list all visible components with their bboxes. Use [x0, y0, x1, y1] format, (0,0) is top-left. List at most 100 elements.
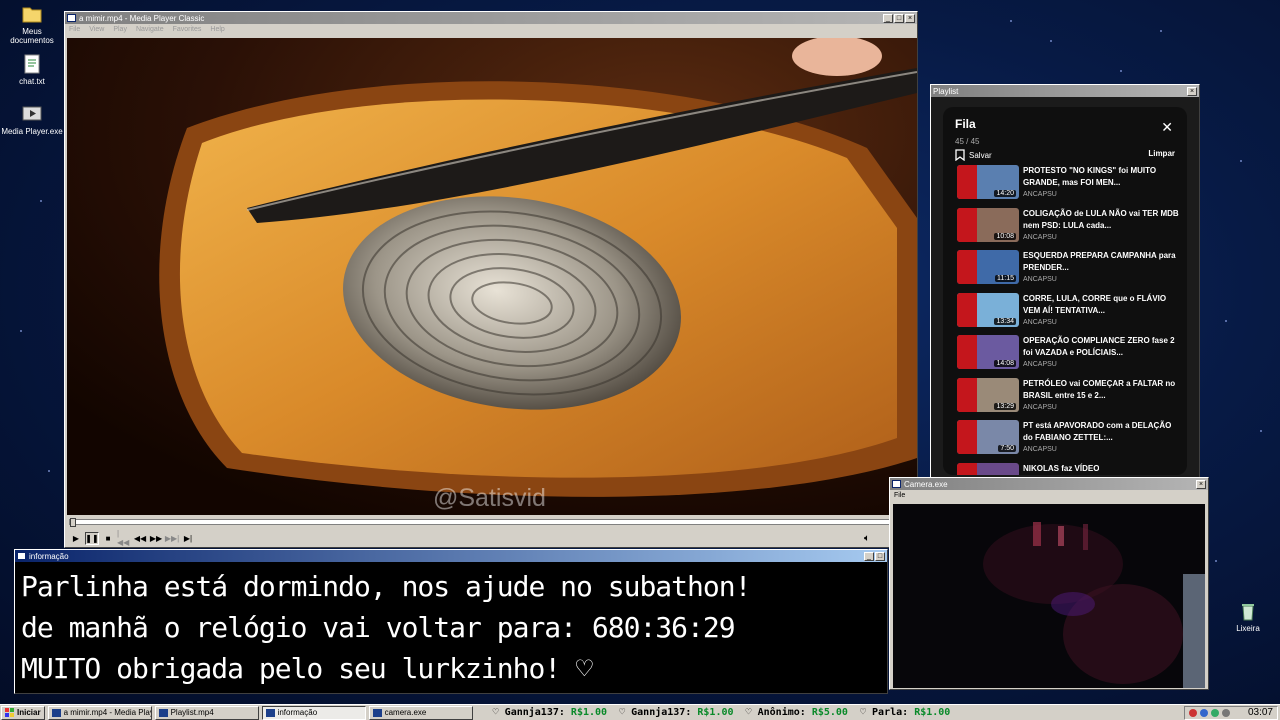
rewind-icon[interactable]: ◀◀	[133, 532, 147, 545]
menu-file[interactable]: File	[894, 492, 905, 499]
menu-play[interactable]: Play	[113, 26, 127, 33]
toast-with-butter-image	[67, 38, 917, 515]
close-button[interactable]: ×	[1196, 479, 1206, 489]
donation-amount: R$1.00	[570, 707, 608, 718]
info-titlebar[interactable]: informação _ □	[15, 550, 887, 562]
maximize-button[interactable]: □	[875, 551, 885, 561]
task-label: informação	[277, 708, 318, 717]
queue-title: Fila	[955, 117, 976, 131]
info-line: de manhã o relógio vai voltar para: 680:…	[21, 611, 736, 644]
video-frame[interactable]: @Satisvid	[67, 38, 917, 515]
playlist-item[interactable]: 10:08 COLIGAÇÃO de LULA NÃO vai TER MDB n…	[943, 207, 1187, 251]
play-icon[interactable]: ▶	[69, 532, 83, 545]
desktop-icon-recycle-bin[interactable]: Lixeira	[1216, 600, 1280, 633]
playlist-item[interactable]: 13:29 PETRÓLEO vai COMEÇAR a FALTAR no BR…	[943, 377, 1187, 421]
task-media-player[interactable]: a mimir.mp4 - Media Playe...	[47, 705, 152, 720]
window-title: Camera.exe	[904, 479, 948, 489]
flag-graphic	[957, 207, 977, 242]
flag-graphic	[957, 462, 977, 475]
menu-bar: File View Play Navigate Favorites Help	[65, 24, 917, 34]
task-label: Playlist.mp4	[170, 708, 214, 717]
video-meta: PROTESTO "NO KINGS" foi MUITO GRANDE, ma…	[1023, 165, 1179, 208]
video-title: OPERAÇÃO COMPLIANCE ZERO fase 2 foi VAZA…	[1023, 336, 1175, 357]
tray-icon[interactable]	[1189, 708, 1197, 717]
video-thumbnail[interactable]: 10:08	[957, 207, 1019, 242]
desktop-icon-chat[interactable]: chat.txt	[0, 53, 64, 86]
playlist-item[interactable]: 13:34 CORRE, LULA, CORRE que o FLÁVIO VEM…	[943, 292, 1187, 336]
video-title: PT está APAVORADO com a DELAÇÃO do FABIA…	[1023, 421, 1172, 442]
task-playlist[interactable]: Playlist.mp4	[154, 705, 259, 720]
camera-window[interactable]: Camera.exe × File	[889, 477, 1209, 690]
playlist-item[interactable]: NIKOLAS faz VÍDEO	[943, 462, 1187, 475]
tray-icons	[1189, 708, 1230, 717]
task-informacao[interactable]: informação	[261, 705, 366, 720]
menu-view[interactable]: View	[89, 26, 104, 33]
close-button[interactable]: ×	[905, 13, 915, 23]
close-button[interactable]: ×	[1187, 86, 1197, 96]
video-duration: 14:20	[994, 190, 1016, 197]
media-player-titlebar[interactable]: a mimir.mp4 - Media Player Classic _ □ ×	[65, 12, 917, 24]
tray-icon[interactable]	[1211, 708, 1219, 717]
next-icon[interactable]: ▶▶|	[165, 532, 179, 545]
desktop-icon-label: Meus documentos	[10, 27, 54, 45]
tray-icon[interactable]	[1222, 708, 1230, 717]
task-label: camera.exe	[384, 708, 427, 717]
video-meta: CORRE, LULA, CORRE que o FLÁVIO VEM AÍ! …	[1023, 293, 1179, 336]
info-line: MUITO obrigada pelo seu lurkzinho! ♡	[21, 652, 593, 685]
close-icon[interactable]: ✕	[1161, 119, 1173, 136]
playlist-window[interactable]: Playlist × Fila 45 / 45 ✕ Salvar Limpar …	[930, 84, 1200, 480]
app-icon	[265, 708, 275, 717]
seek-bar[interactable]	[69, 518, 913, 527]
menu-file[interactable]: File	[69, 26, 80, 33]
video-title: CORRE, LULA, CORRE que o FLÁVIO VEM AÍ! …	[1023, 293, 1167, 315]
task-label: a mimir.mp4 - Media Playe...	[63, 708, 151, 717]
stop-icon[interactable]: ■	[101, 532, 115, 545]
channel-name: ANCAPSU	[1023, 233, 1057, 241]
start-button[interactable]: Iniciar	[1, 705, 45, 720]
tray-icon[interactable]	[1200, 708, 1208, 717]
menu-favorites[interactable]: Favorites	[173, 26, 202, 33]
media-player-window[interactable]: a mimir.mp4 - Media Player Classic _ □ ×…	[64, 11, 918, 548]
fast-forward-icon[interactable]: ▶▶	[149, 532, 163, 545]
video-thumbnail[interactable]: 7:50	[957, 420, 1019, 454]
volume-icon[interactable]: 🔈︎	[864, 533, 870, 544]
clock: 03:07	[1247, 707, 1273, 718]
donor-name: Gannja137:	[631, 707, 692, 718]
minimize-button[interactable]: _	[864, 551, 874, 561]
desktop-icon-documents[interactable]: Meus documentos	[0, 3, 64, 45]
media-player-icon	[21, 103, 43, 125]
playlist-item[interactable]: 7:50 PT está APAVORADO com a DELAÇÃO do F…	[943, 420, 1187, 463]
app-icon	[158, 708, 168, 717]
save-button[interactable]: Salvar	[955, 149, 992, 161]
frame-step-icon[interactable]: ▶|	[181, 532, 195, 545]
previous-icon[interactable]: |◀◀	[117, 529, 131, 547]
seek-thumb[interactable]	[70, 518, 76, 527]
video-thumbnail[interactable]	[957, 462, 1019, 475]
clear-button[interactable]: Limpar	[1148, 149, 1175, 158]
info-line: Parlinha está dormindo, nos ajude no sub…	[21, 570, 751, 603]
maximize-button[interactable]: □	[894, 13, 904, 23]
video-thumbnail[interactable]: 14:20	[957, 165, 1019, 199]
queue-panel: Fila 45 / 45 ✕ Salvar Limpar 14:20 PROTES…	[943, 107, 1187, 475]
playlist-titlebar[interactable]: Playlist ×	[931, 85, 1199, 97]
playlist-item[interactable]: 14:20 PROTESTO "NO KINGS" foi MUITO GRAND…	[943, 165, 1187, 208]
desktop-icon-media-player[interactable]: Media Player.exe	[0, 103, 64, 136]
video-thumbnail[interactable]: 11:15	[957, 250, 1019, 284]
minimize-button[interactable]: _	[883, 13, 893, 23]
camera-titlebar[interactable]: Camera.exe ×	[890, 478, 1208, 490]
taskbar: Iniciar a mimir.mp4 - Media Playe... Pla…	[0, 704, 1280, 720]
video-thumbnail[interactable]: 13:29	[957, 377, 1019, 412]
pause-icon[interactable]: ❚❚	[85, 531, 99, 545]
channel-name: ANCAPSU	[1023, 318, 1057, 326]
system-tray: 03:07	[1184, 705, 1278, 720]
menu-navigate[interactable]: Navigate	[136, 26, 164, 33]
video-thumbnail[interactable]: 14:08	[957, 335, 1019, 369]
playlist-item[interactable]: 11:15 ESQUERDA PREPARA CAMPANHA para PREN…	[943, 250, 1187, 293]
video-duration: 7:50	[998, 445, 1016, 452]
playlist-item[interactable]: 14:08 OPERAÇÃO COMPLIANCE ZERO fase 2 foi…	[943, 335, 1187, 378]
task-camera[interactable]: camera.exe	[368, 705, 473, 720]
info-window[interactable]: informação _ □ Parlinha está dormindo, n…	[14, 549, 888, 694]
video-title: PETRÓLEO vai COMEÇAR a FALTAR no BRASIL …	[1023, 378, 1176, 400]
video-thumbnail[interactable]: 13:34	[957, 292, 1019, 327]
menu-help[interactable]: Help	[210, 26, 224, 33]
